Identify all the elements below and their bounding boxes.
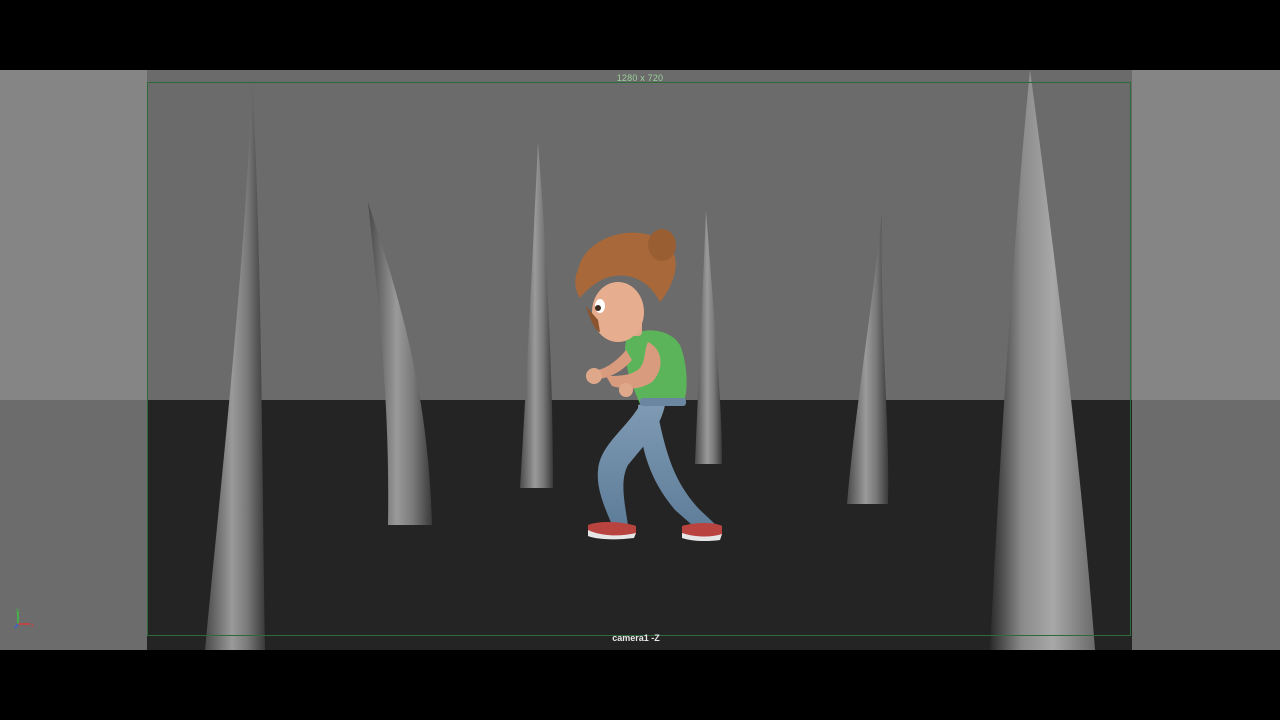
floor-right-outside bbox=[1132, 400, 1280, 650]
axis-x-label: x bbox=[31, 623, 34, 629]
side-wall-left bbox=[0, 70, 147, 400]
camera-label: camera1 -Z bbox=[612, 633, 660, 643]
letterbox-bottom bbox=[0, 650, 1280, 720]
letterbox-top bbox=[0, 0, 1280, 70]
maya-viewport[interactable]: 1280 x 720 camera1 -Z y x bbox=[0, 70, 1280, 650]
resolution-label: 1280 x 720 bbox=[616, 73, 664, 83]
scene-render bbox=[0, 70, 1280, 650]
axis-y-label: y bbox=[16, 608, 19, 614]
side-wall-right bbox=[1132, 70, 1280, 400]
axis-gizmo-icon: y x bbox=[14, 608, 34, 629]
